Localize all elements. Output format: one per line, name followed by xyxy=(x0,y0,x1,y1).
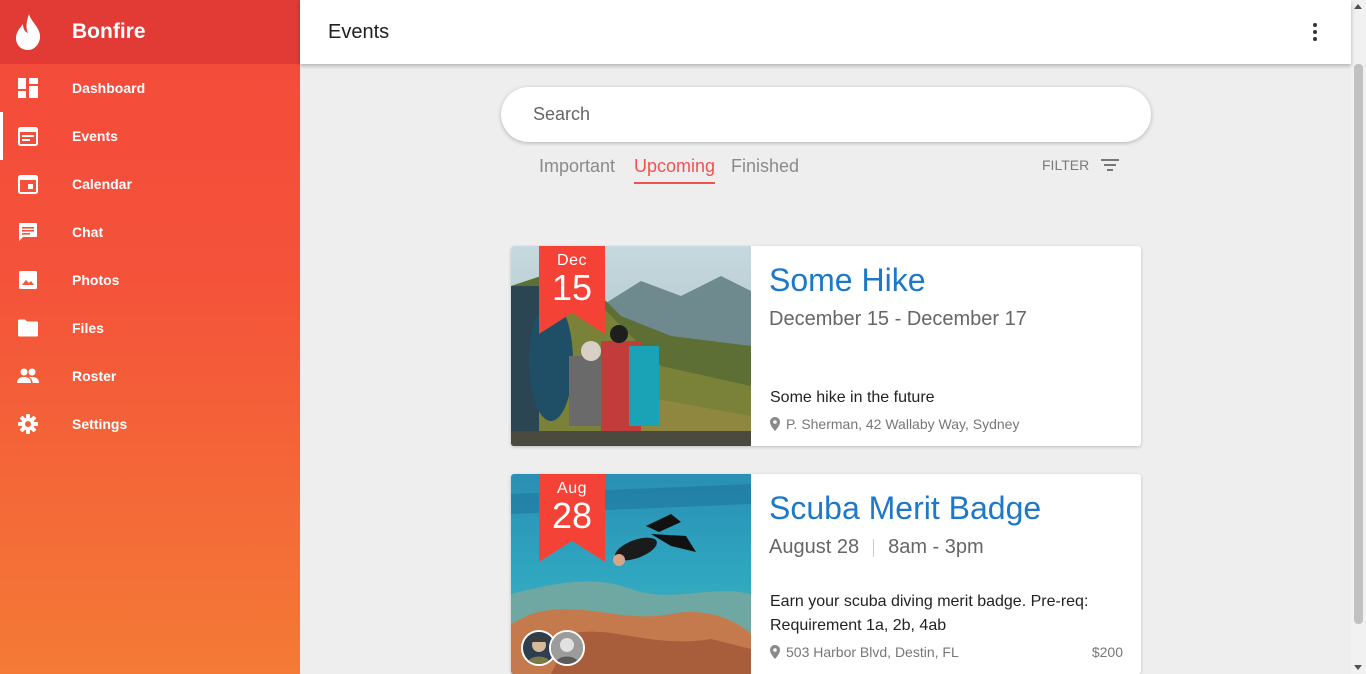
event-location: 503 Harbor Blvd, Destin, FL xyxy=(770,644,959,660)
event-note-icon xyxy=(0,126,56,146)
app-name: Bonfire xyxy=(72,20,146,43)
sidebar-item-label: Dashboard xyxy=(72,80,146,96)
event-price: $200 xyxy=(1091,644,1123,660)
search-bar xyxy=(501,87,1151,142)
sidebar-item-files[interactable]: Files xyxy=(0,304,300,352)
date-time-divider xyxy=(873,538,875,557)
filter-list-icon xyxy=(1101,158,1120,172)
sidebar-item-label: Events xyxy=(72,128,118,144)
location-pin-icon xyxy=(770,417,780,431)
event-date: December 15 - December 17 xyxy=(769,308,1027,331)
event-date-text: August 28 xyxy=(769,536,860,558)
sidebar-item-dashboard[interactable]: Dashboard xyxy=(0,64,300,112)
event-day: 28 xyxy=(551,495,593,536)
sidebar-item-calendar[interactable]: Calendar xyxy=(0,160,300,208)
event-date-text: December 15 - December 17 xyxy=(769,308,1027,330)
sidebar-item-label: Settings xyxy=(72,416,128,432)
attendee-avatars[interactable] xyxy=(521,630,585,666)
avatar[interactable] xyxy=(549,630,585,666)
event-title[interactable]: Some Hike xyxy=(769,262,926,299)
scrollbar-thumb[interactable] xyxy=(1354,64,1363,624)
sidebar-item-chat[interactable]: Chat xyxy=(0,208,300,256)
image-icon xyxy=(0,270,56,290)
sidebar-item-photos[interactable]: Photos xyxy=(0,256,300,304)
calendar-icon xyxy=(0,174,56,194)
event-image: Dec 15 xyxy=(511,246,751,446)
more-vert-icon[interactable] xyxy=(1303,20,1327,44)
event-card[interactable]: Aug 28 Scuba Merit Badge August 28 8am -… xyxy=(511,474,1141,674)
sidebar-item-settings[interactable]: Settings xyxy=(0,400,300,448)
event-body: Some Hike December 15 - December 17 Some… xyxy=(751,246,1141,446)
brand-bar: Bonfire xyxy=(0,0,300,64)
event-location-text: 503 Harbor Blvd, Destin, FL xyxy=(786,644,959,660)
event-title[interactable]: Scuba Merit Badge xyxy=(769,490,1041,527)
event-card[interactable]: Dec 15 Some Hike December 15 - December … xyxy=(511,246,1141,446)
sidebar-item-label: Files xyxy=(72,320,104,336)
dashboard-icon xyxy=(0,78,56,98)
event-location-text: P. Sherman, 42 Wallaby Way, Sydney xyxy=(786,416,1020,432)
scroll-down-arrow[interactable] xyxy=(1354,665,1362,670)
chat-icon xyxy=(0,222,56,242)
tab-important[interactable]: Important xyxy=(539,156,615,184)
event-time-text: 8am - 3pm xyxy=(888,536,984,558)
page-title: Events xyxy=(328,20,390,43)
filter-label: FILTER xyxy=(1042,157,1090,173)
event-description: Earn your scuba diving merit badge. Pre-… xyxy=(770,593,1089,634)
tab-upcoming[interactable]: Upcoming xyxy=(634,156,716,184)
sidebar-item-roster[interactable]: Roster xyxy=(0,352,300,400)
event-description: Some hike in the future xyxy=(770,389,935,406)
search-input[interactable] xyxy=(533,104,1151,125)
event-day: 15 xyxy=(551,267,593,308)
scroll-up-arrow[interactable] xyxy=(1354,4,1362,9)
sidebar-item-label: Chat xyxy=(72,224,104,240)
sidebar: Bonfire Dashboard Events Calendar Chat P… xyxy=(0,0,300,674)
flame-icon xyxy=(0,14,72,50)
top-app-bar: Events xyxy=(300,0,1351,64)
tab-finished[interactable]: Finished xyxy=(731,156,799,184)
event-body: Scuba Merit Badge August 28 8am - 3pm Ea… xyxy=(751,474,1141,674)
gear-icon xyxy=(0,414,56,434)
sidebar-item-events[interactable]: Events xyxy=(0,112,300,160)
location-pin-icon xyxy=(770,645,780,659)
sidebar-item-label: Roster xyxy=(72,368,117,384)
scrollbar[interactable] xyxy=(1351,0,1366,674)
filter-button[interactable]: FILTER xyxy=(1042,157,1120,173)
folder-icon xyxy=(0,319,56,337)
event-location: P. Sherman, 42 Wallaby Way, Sydney xyxy=(770,416,1019,432)
event-image: Aug 28 xyxy=(511,474,751,674)
people-icon xyxy=(0,368,56,384)
sidebar-item-label: Photos xyxy=(72,272,120,288)
sidebar-item-label: Calendar xyxy=(72,176,132,192)
event-date: August 28 8am - 3pm xyxy=(769,536,984,559)
